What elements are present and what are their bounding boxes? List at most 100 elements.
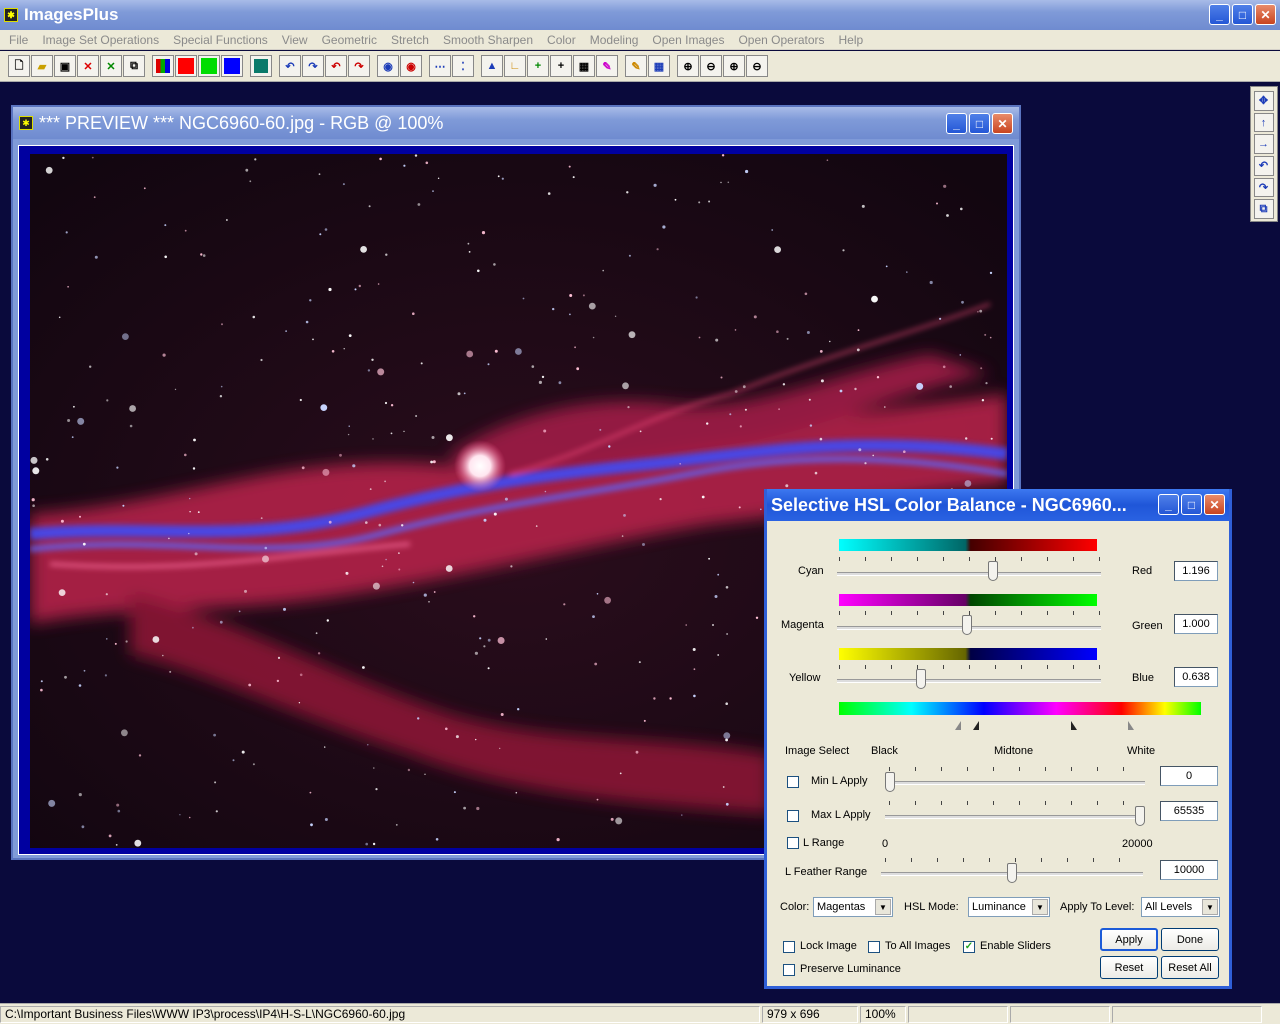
l-range-checkbox[interactable]: [787, 837, 799, 849]
arrow-right-icon[interactable]: →: [1253, 134, 1274, 155]
chevron-down-icon[interactable]: ▼: [875, 899, 891, 915]
menu-open-operators[interactable]: Open Operators: [731, 33, 831, 47]
color-select[interactable]: Magentas ▼: [813, 897, 893, 917]
menu-image-set-operations[interactable]: Image Set Operations: [35, 33, 166, 47]
rotate-right-icon[interactable]: ↷: [1253, 177, 1274, 198]
delete-green-x-icon[interactable]: ✕: [100, 55, 122, 77]
blue-channel-icon[interactable]: [221, 55, 243, 77]
blue-slider-track[interactable]: [837, 679, 1101, 683]
done-button[interactable]: Done: [1161, 928, 1219, 951]
zoom-fit-icon[interactable]: ⊕: [723, 55, 745, 77]
hue-marker-4[interactable]: [1128, 721, 1134, 730]
reset-all-button[interactable]: Reset All: [1161, 956, 1219, 979]
hsl-mode-select[interactable]: Luminance ▼: [968, 897, 1050, 917]
crosshair-green-icon[interactable]: +: [527, 55, 549, 77]
preserve-luminance-checkbox[interactable]: [783, 964, 795, 976]
red-slider-track[interactable]: [837, 572, 1101, 576]
dots-icon[interactable]: ⋯: [429, 55, 451, 77]
green-slider-thumb[interactable]: [962, 615, 972, 635]
max-l-value-field[interactable]: 65535: [1160, 801, 1218, 821]
green-channel-icon[interactable]: [198, 55, 220, 77]
move-icon[interactable]: ✥: [1253, 91, 1274, 111]
menu-smooth-sharpen[interactable]: Smooth Sharpen: [436, 33, 540, 47]
crosshair-icon[interactable]: +: [550, 55, 572, 77]
menu-geometric[interactable]: Geometric: [315, 33, 384, 47]
rotate-left-icon[interactable]: ↶: [1253, 156, 1274, 176]
hue-marker-1[interactable]: [955, 721, 961, 730]
menu-special-functions[interactable]: Special Functions: [166, 33, 275, 47]
color-picker-icon[interactable]: ✎: [596, 55, 618, 77]
calculator-icon[interactable]: ▦: [573, 55, 595, 77]
new-file-icon[interactable]: 🗋: [8, 55, 30, 77]
menu-view[interactable]: View: [275, 33, 315, 47]
table-icon[interactable]: ▦: [648, 55, 670, 77]
min-l-value-field[interactable]: 0: [1160, 766, 1218, 786]
menu-help[interactable]: Help: [832, 33, 871, 47]
delete-red-x-icon[interactable]: ✕: [77, 55, 99, 77]
zoom-reset-icon[interactable]: ⊖: [746, 55, 768, 77]
histogram-icon[interactable]: ▲: [481, 55, 503, 77]
save-icon[interactable]: ▣: [54, 55, 76, 77]
lock-image-checkbox[interactable]: [783, 941, 795, 953]
min-l-slider-track[interactable]: [885, 781, 1145, 785]
preview-close-button[interactable]: ✕: [992, 113, 1013, 134]
chevron-down-icon[interactable]: ▼: [1032, 899, 1048, 915]
hue-marker-3[interactable]: [1071, 721, 1077, 730]
undo-icon[interactable]: ↶: [279, 55, 301, 77]
l-feather-value-field[interactable]: 10000: [1160, 860, 1218, 880]
status-empty-2: [1010, 1005, 1110, 1023]
selective-hsl-dialog: Selective HSL Color Balance - NGC6960...…: [764, 489, 1232, 989]
pencil-icon[interactable]: ✎: [625, 55, 647, 77]
red-value-field[interactable]: 1.196: [1174, 561, 1218, 581]
preview-maximize-button[interactable]: □: [969, 113, 990, 134]
grid-image-icon[interactable]: [250, 55, 272, 77]
menu-modeling[interactable]: Modeling: [583, 33, 646, 47]
reset-button[interactable]: Reset: [1100, 956, 1158, 979]
close-button[interactable]: ✕: [1255, 4, 1276, 25]
blue-slider-thumb[interactable]: [915, 669, 926, 689]
menu-stretch[interactable]: Stretch: [384, 33, 436, 47]
enable-sliders-checkbox[interactable]: ✓: [963, 941, 975, 953]
preview-minimize-button[interactable]: _: [946, 113, 967, 134]
menu-file[interactable]: File: [2, 33, 35, 47]
arrow-up-icon[interactable]: ↑: [1253, 112, 1274, 133]
min-l-slider-thumb[interactable]: [885, 772, 895, 792]
chevron-down-icon[interactable]: ▼: [1202, 899, 1218, 915]
dialog-close-button[interactable]: ✕: [1204, 494, 1225, 515]
rgb-channels-icon[interactable]: [152, 55, 174, 77]
redo-icon[interactable]: ↷: [302, 55, 324, 77]
min-l-apply-checkbox[interactable]: [787, 776, 799, 788]
apply-button[interactable]: Apply: [1100, 928, 1158, 951]
max-l-slider-thumb[interactable]: [1135, 806, 1145, 826]
redo-all-icon[interactable]: ↷: [348, 55, 370, 77]
red-slider-thumb[interactable]: [987, 561, 998, 581]
to-all-images-checkbox[interactable]: [868, 941, 880, 953]
menu-color[interactable]: Color: [540, 33, 583, 47]
pixel-info-icon[interactable]: ⁚: [452, 55, 474, 77]
app-title-bar: ✱ ImagesPlus _ □ ✕: [0, 0, 1280, 30]
blue-value-field[interactable]: 0.638: [1174, 667, 1218, 687]
record-icon[interactable]: ◉: [377, 55, 399, 77]
red-channel-icon[interactable]: [175, 55, 197, 77]
minimize-button[interactable]: _: [1209, 4, 1230, 25]
dialog-minimize-button[interactable]: _: [1158, 494, 1179, 515]
l-feather-slider-thumb[interactable]: [1007, 863, 1017, 883]
apply-to-level-select[interactable]: All Levels ▼: [1141, 897, 1220, 917]
green-value-field[interactable]: 1.000: [1174, 614, 1218, 634]
maximize-button[interactable]: □: [1232, 4, 1253, 25]
cascade-icon[interactable]: ⧉: [1253, 199, 1274, 220]
undo-all-icon[interactable]: ↶: [325, 55, 347, 77]
max-l-apply-checkbox[interactable]: [787, 810, 799, 822]
curve-icon[interactable]: ∟: [504, 55, 526, 77]
max-l-apply-label: Max L Apply: [811, 809, 871, 821]
zoom-out-icon[interactable]: ⊖: [700, 55, 722, 77]
copy-window-icon[interactable]: ⧉: [123, 55, 145, 77]
dialog-maximize-button[interactable]: □: [1181, 494, 1202, 515]
max-l-slider-track[interactable]: [885, 815, 1145, 819]
hue-marker-2[interactable]: [973, 721, 979, 730]
open-folder-icon[interactable]: ▰: [31, 55, 53, 77]
menu-open-images[interactable]: Open Images: [645, 33, 731, 47]
l-range-label: L Range: [803, 837, 845, 849]
zoom-in-icon[interactable]: ⊕: [677, 55, 699, 77]
stop-record-icon[interactable]: ◉: [400, 55, 422, 77]
